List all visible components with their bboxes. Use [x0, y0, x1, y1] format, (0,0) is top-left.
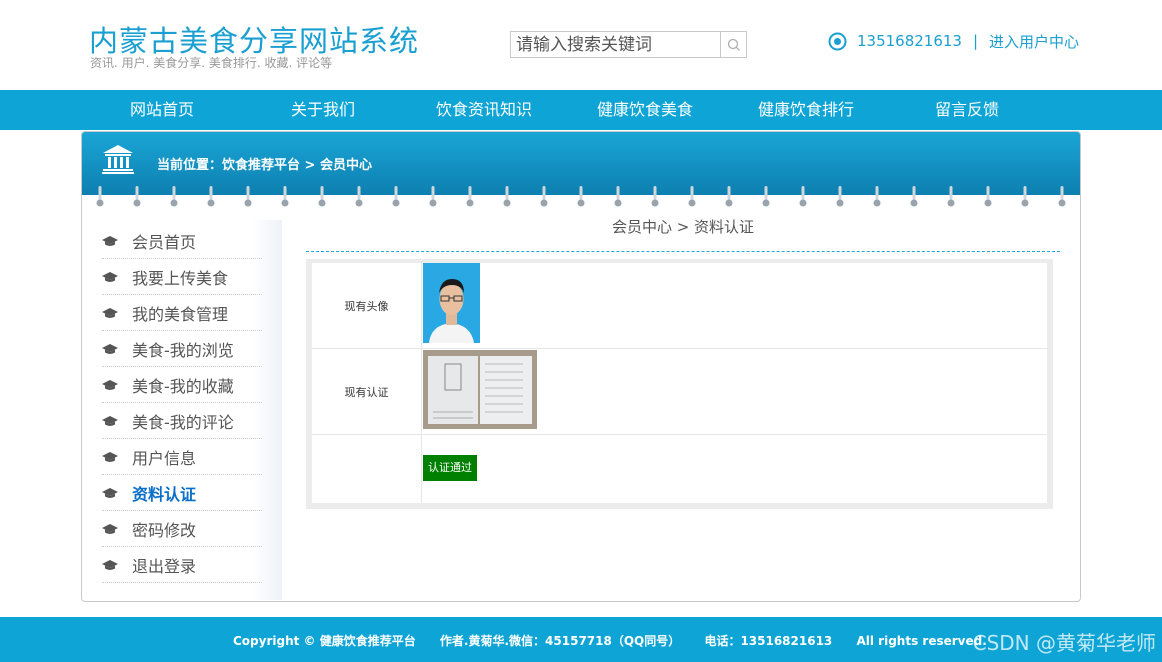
ring-binding-icon	[651, 186, 659, 207]
footer-author: 作者.黄菊华.微信：45157718（QQ同号）	[439, 634, 681, 648]
search-input[interactable]	[511, 32, 721, 57]
status-label	[312, 435, 422, 503]
ring-binding-icon	[1058, 186, 1066, 207]
user-center-link[interactable]: 进入用户中心	[989, 31, 1079, 52]
search-icon	[727, 38, 740, 51]
ring-binding-icon	[503, 186, 511, 207]
site-footer: Copyright © 健康饮食推荐平台 作者.黄菊华.微信：45157718（…	[0, 617, 1162, 662]
avatar-label: 现有头像	[312, 263, 422, 348]
status-badge: 认证通过	[423, 455, 477, 481]
sidebar-item-comments[interactable]: 美食-我的评论	[102, 403, 262, 439]
nav-item-about[interactable]: 关于我们	[253, 90, 393, 130]
ring-binding-icon	[429, 186, 437, 207]
graduation-cap-icon	[102, 235, 118, 246]
sidebar-item-home[interactable]: 会员首页	[102, 223, 262, 259]
ring-binding-icon	[984, 186, 992, 207]
ring-binding-icon	[318, 186, 326, 207]
sidebar-item-password[interactable]: 密码修改	[102, 511, 262, 547]
ring-binding-icon	[466, 186, 474, 207]
graduation-cap-icon	[102, 271, 118, 282]
graduation-cap-icon	[102, 523, 118, 534]
graduation-cap-icon	[102, 379, 118, 390]
search-box	[510, 31, 747, 58]
ring-binding-icon	[910, 186, 918, 207]
graduation-cap-icon	[102, 307, 118, 318]
notebook-rings	[82, 186, 1080, 210]
sidebar: 会员首页 我要上传美食 我的美食管理 美食-我的浏览 美食-我的收藏 美食-我的…	[82, 220, 282, 600]
ring-binding-icon	[725, 186, 733, 207]
ring-binding-icon	[762, 186, 770, 207]
nav-item-ranking[interactable]: 健康饮食排行	[736, 90, 876, 130]
graduation-cap-icon	[102, 415, 118, 426]
ring-binding-icon	[836, 186, 844, 207]
footer-phone: 电话：13516821613	[704, 634, 833, 648]
verification-panel: 现有头像 现有认证 认证通过	[306, 259, 1053, 509]
nav-item-feedback[interactable]: 留言反馈	[897, 90, 1037, 130]
certificate-photo	[423, 350, 537, 429]
footer-rights: All rights reserved.	[856, 634, 987, 648]
sidebar-item-label: 我要上传美食	[132, 268, 229, 288]
ring-binding-icon	[799, 186, 807, 207]
building-icon	[102, 145, 134, 174]
ring-binding-icon	[577, 186, 585, 207]
separator: |	[972, 32, 979, 50]
sidebar-item-label: 美食-我的评论	[132, 412, 234, 432]
contact-phone: 13516821613	[857, 32, 962, 50]
main-nav: 网站首页 关于我们 饮食资讯知识 健康饮食美食 健康饮食排行 留言反馈	[0, 90, 1162, 130]
sidebar-item-browse[interactable]: 美食-我的浏览	[102, 331, 262, 367]
nav-item-news[interactable]: 饮食资讯知识	[414, 90, 554, 130]
table-row: 现有认证	[312, 349, 1047, 435]
sidebar-item-label: 资料认证	[132, 484, 197, 504]
footer-line: Copyright © 健康饮食推荐平台 作者.黄菊华.微信：45157718（…	[233, 632, 1007, 649]
ring-binding-icon	[244, 186, 252, 207]
sidebar-item-logout[interactable]: 退出登录	[102, 547, 262, 583]
certificate-label: 现有认证	[312, 349, 422, 434]
ring-binding-icon	[355, 186, 363, 207]
current-location: 当前位置：饮食推荐平台 > 会员中心	[157, 158, 372, 173]
site-header: 内蒙古美食分享网站系统 资讯. 用户. 美食分享. 美食排行. 收藏. 评论等 …	[0, 0, 1162, 90]
ring-binding-icon	[614, 186, 622, 207]
ring-binding-icon	[133, 186, 141, 207]
site-subtitle: 资讯. 用户. 美食分享. 美食排行. 收藏. 评论等	[90, 56, 333, 70]
table-row: 现有头像	[312, 263, 1047, 349]
sidebar-item-label: 退出登录	[132, 556, 197, 576]
ring-binding-icon	[947, 186, 955, 207]
ring-binding-icon	[392, 186, 400, 207]
sidebar-item-upload[interactable]: 我要上传美食	[102, 259, 262, 295]
graduation-cap-icon	[102, 343, 118, 354]
contact-bar: 13516821613 | 进入用户中心	[828, 31, 1079, 51]
ring-binding-icon	[1021, 186, 1029, 207]
target-icon	[828, 32, 847, 50]
nav-item-food[interactable]: 健康饮食美食	[575, 90, 715, 130]
sidebar-item-label: 我的美食管理	[132, 304, 229, 324]
ring-binding-icon	[96, 186, 104, 207]
nav-item-home[interactable]: 网站首页	[92, 90, 232, 130]
sidebar-item-verification[interactable]: 资料认证	[102, 475, 262, 511]
sidebar-item-label: 会员首页	[132, 232, 197, 252]
sidebar-item-label: 密码修改	[132, 520, 197, 540]
ring-binding-icon	[540, 186, 548, 207]
table-row: 认证通过	[312, 435, 1047, 503]
main-panel: 当前位置：饮食推荐平台 > 会员中心 会员首页 我要上传美食 我的美食管理 美食…	[81, 131, 1081, 602]
ring-binding-icon	[873, 186, 881, 207]
graduation-cap-icon	[102, 451, 118, 462]
footer-copyright: Copyright © 健康饮食推荐平台	[233, 634, 416, 648]
graduation-cap-icon	[102, 559, 118, 570]
search-button[interactable]	[720, 32, 746, 57]
sidebar-item-manage[interactable]: 我的美食管理	[102, 295, 262, 331]
graduation-cap-icon	[102, 487, 118, 498]
csdn-watermark: CSDN @黄菊华老师	[972, 631, 1156, 655]
ring-binding-icon	[281, 186, 289, 207]
ring-binding-icon	[207, 186, 215, 207]
sidebar-item-favorites[interactable]: 美食-我的收藏	[102, 367, 262, 403]
sidebar-item-label: 用户信息	[132, 448, 197, 468]
ring-binding-icon	[170, 186, 178, 207]
content-breadcrumb: 会员中心 > 资料认证	[306, 216, 1060, 252]
sidebar-item-label: 美食-我的收藏	[132, 376, 234, 396]
avatar-photo	[423, 263, 480, 343]
verification-table: 现有头像 现有认证 认证通过	[312, 263, 1047, 503]
ring-binding-icon	[688, 186, 696, 207]
sidebar-item-label: 美食-我的浏览	[132, 340, 234, 360]
sidebar-item-user-info[interactable]: 用户信息	[102, 439, 262, 475]
